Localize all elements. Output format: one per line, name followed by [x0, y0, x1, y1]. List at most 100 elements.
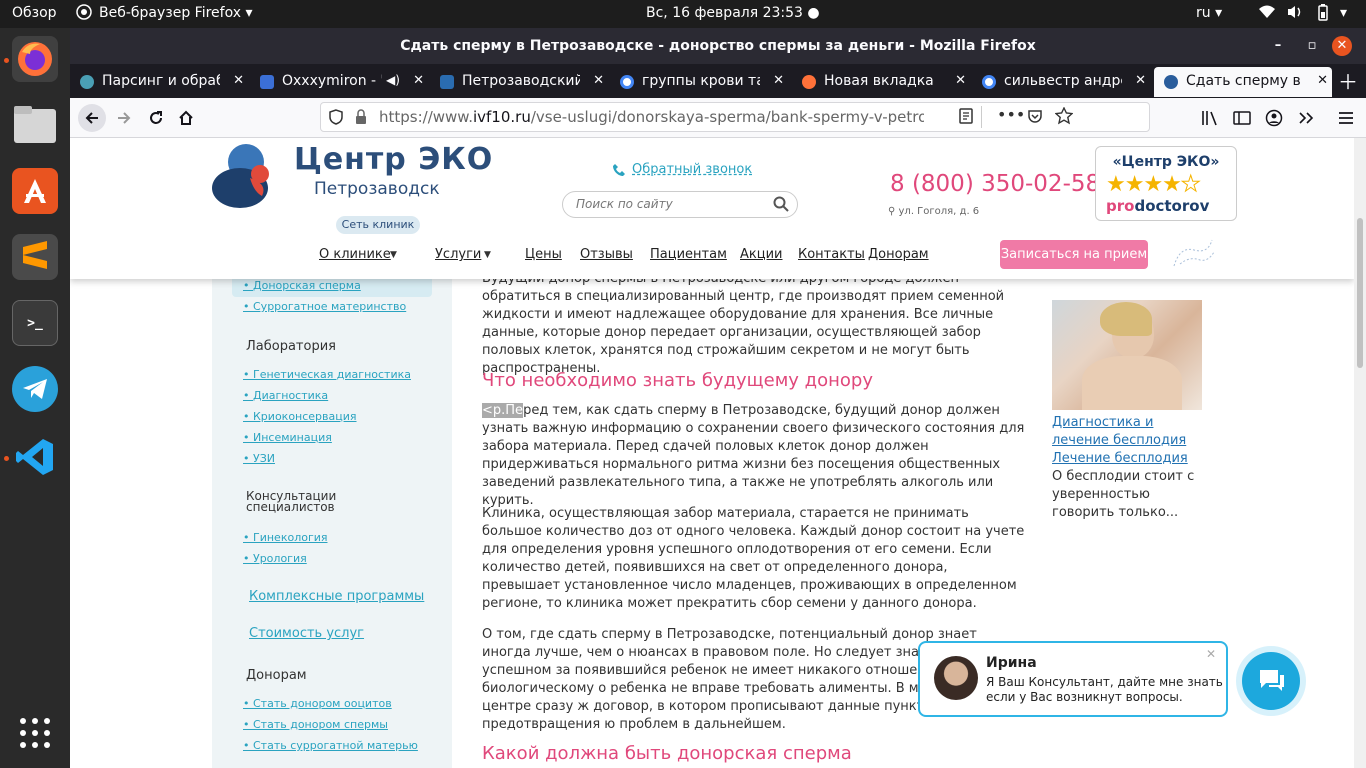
tab-close-icon[interactable]: ✕	[1135, 73, 1146, 88]
menu-item-promotions[interactable]: Акции	[740, 247, 783, 262]
logo-title[interactable]: Центр ЭКО	[294, 142, 493, 177]
sidebar-toggle-icon[interactable]	[1230, 106, 1254, 130]
sidebar-link-sperm-donor[interactable]: • Стать донором спермы	[243, 718, 388, 731]
appointment-button[interactable]: Записаться на прием	[1000, 240, 1148, 269]
menu-item-reviews[interactable]: Отзывы	[580, 247, 633, 262]
language-indicator[interactable]: ru ▾	[1196, 5, 1222, 21]
sidebar-link-genetics[interactable]: • Генетическая диагностика	[243, 368, 411, 381]
menu-item-prices[interactable]: Цены	[525, 247, 562, 262]
menu-item-services[interactable]: Услуги	[435, 247, 481, 262]
google-icon	[982, 75, 996, 89]
menu-dropdown-chevron-icon[interactable]: ▼	[390, 250, 397, 260]
sidebar-link-complex-programs[interactable]: Комплексные программы	[249, 589, 424, 604]
maximize-button[interactable]: ▫	[1298, 28, 1326, 64]
aside-link-treatment[interactable]: Лечение бесплодия	[1052, 450, 1212, 468]
sidebar-link-oocyte-donor[interactable]: • Стать донором ооцитов	[243, 697, 392, 710]
logo-icon[interactable]	[210, 140, 282, 210]
menu-item-donors[interactable]: Донорам	[868, 247, 929, 262]
tab-close-icon[interactable]: ✕	[955, 73, 966, 88]
search-icon[interactable]	[773, 196, 789, 216]
hamburger-menu-icon[interactable]	[1334, 106, 1358, 130]
forward-button[interactable]	[112, 106, 136, 130]
activities-button[interactable]: Обзор	[12, 5, 57, 21]
overflow-chevron-icon[interactable]	[1294, 106, 1318, 130]
tab-close-icon[interactable]: ✕	[1317, 73, 1328, 88]
chat-close-icon[interactable]: ✕	[1206, 647, 1216, 661]
rating-widget[interactable]: «Центр ЭКО» ★★★★★ prodoctorov	[1095, 146, 1237, 221]
account-icon[interactable]	[1262, 106, 1286, 130]
library-icon[interactable]	[1198, 106, 1222, 130]
home-button[interactable]	[174, 106, 198, 130]
sidebar-link-gynecology[interactable]: • Гинекология	[243, 531, 328, 544]
system-menu-chevron-icon[interactable]: ▾	[1340, 5, 1347, 21]
volume-icon[interactable]	[1286, 4, 1304, 24]
close-window-button[interactable]: ✕	[1332, 36, 1352, 56]
pocket-icon[interactable]	[1027, 108, 1043, 128]
aside-link-diagnostics[interactable]: Диагностика и лечение бесплодия	[1052, 414, 1212, 450]
tab[interactable]: Петрозаводский ✕	[430, 67, 608, 97]
files-icon[interactable]	[12, 102, 58, 148]
firefox-app-icon	[76, 4, 92, 24]
callback-link[interactable]: Обратный звонок	[632, 162, 752, 177]
chat-popup[interactable]: Ирина Я Ваш Консультант, дайте мне знать…	[918, 641, 1228, 717]
tab[interactable]: сильвестр андре ✕	[972, 67, 1150, 97]
sidebar-link-surrogate-mother[interactable]: • Стать суррогатной матерью	[243, 739, 418, 752]
new-tab-button[interactable]: ＋	[1338, 66, 1366, 96]
menu-item-patients[interactable]: Пациентам	[650, 247, 727, 262]
tab-close-icon[interactable]: ✕	[233, 73, 244, 88]
phone-callback-icon	[612, 162, 626, 181]
tab-active[interactable]: Сдать сперму в Пе ✕	[1154, 67, 1332, 97]
network-button[interactable]: Сеть клиник	[336, 216, 420, 234]
bookmark-star-icon[interactable]	[1054, 106, 1074, 129]
tab[interactable]: группы крови таб ✕	[610, 67, 788, 97]
menu-item-about[interactable]: О клинике	[319, 247, 391, 262]
tab-close-icon[interactable]: ✕	[593, 73, 604, 88]
sidebar-link-cryo[interactable]: • Криоконсервация	[243, 410, 357, 423]
firefox-icon[interactable]	[12, 36, 58, 82]
reload-button[interactable]	[144, 106, 168, 130]
tab[interactable]: Парсинг и обработка ✕	[70, 67, 248, 97]
app-menu[interactable]: Веб-браузер Firefox ▾	[99, 5, 253, 21]
wifi-icon[interactable]	[1258, 4, 1276, 24]
back-button[interactable]	[78, 104, 106, 132]
page-actions-icon[interactable]: •••	[997, 105, 1025, 124]
navigation-bar: https://www.ivf10.ru/vse-uslugi/donorska…	[70, 98, 1366, 138]
menu-item-contacts[interactable]: Контакты	[798, 247, 865, 262]
minimize-button[interactable]: –	[1264, 28, 1292, 64]
chat-open-button[interactable]	[1236, 646, 1306, 716]
figure-body	[1082, 356, 1182, 410]
tracking-protection-shield-icon[interactable]	[329, 109, 343, 129]
sidebar-link-uzi[interactable]: • УЗИ	[243, 452, 275, 465]
sidebar-link-diagnostics[interactable]: • Диагностика	[243, 389, 328, 402]
decorative-swirl-icon	[1170, 236, 1216, 276]
vscode-icon[interactable]	[12, 434, 58, 480]
tab-close-icon[interactable]: ✕	[413, 73, 424, 88]
battery-icon[interactable]	[1316, 4, 1330, 26]
sidebar-link-donor-sperm[interactable]: • Донорская сперма	[243, 279, 361, 292]
page-scrollbar[interactable]	[1354, 138, 1366, 768]
url-bar[interactable]: https://www.ivf10.ru/vse-uslugi/donorska…	[320, 102, 1150, 132]
lock-icon[interactable]	[355, 109, 367, 129]
sidebar-link-insemination[interactable]: • Инсеминация	[243, 431, 332, 444]
telegram-icon[interactable]	[12, 366, 58, 412]
article-thumbnail-image[interactable]	[1052, 300, 1202, 410]
audio-playing-icon[interactable]: ◀)	[386, 73, 400, 87]
tab[interactable]: Oxxxymiron - "К ◀) ✕	[250, 67, 428, 97]
phone-number[interactable]: 8 (800) 350-02-58	[890, 171, 1100, 197]
menu-dropdown-chevron-icon[interactable]: ▼	[484, 250, 491, 260]
running-indicator	[4, 456, 9, 461]
tab[interactable]: Новая вкладка ✕	[792, 67, 970, 97]
clock[interactable]: Вс, 16 февраля 23:53 ●	[646, 5, 820, 21]
terminal-icon[interactable]: >_	[12, 300, 58, 346]
sublime-text-icon[interactable]	[12, 234, 58, 280]
sidebar-link-surrogacy[interactable]: • Суррогатное материнство	[243, 300, 406, 313]
menu-item-label: Донорам	[868, 247, 929, 262]
app-grid-icon[interactable]	[12, 710, 58, 756]
sidebar-link-urology[interactable]: • Урология	[243, 552, 307, 565]
scrollbar-thumb[interactable]	[1357, 218, 1363, 368]
reader-view-icon[interactable]	[959, 108, 973, 128]
search-input[interactable]: Поиск по сайту	[562, 191, 798, 218]
sidebar-link-cost[interactable]: Стоимость услуг	[249, 626, 364, 641]
tab-close-icon[interactable]: ✕	[773, 73, 784, 88]
software-center-icon[interactable]	[12, 168, 58, 214]
